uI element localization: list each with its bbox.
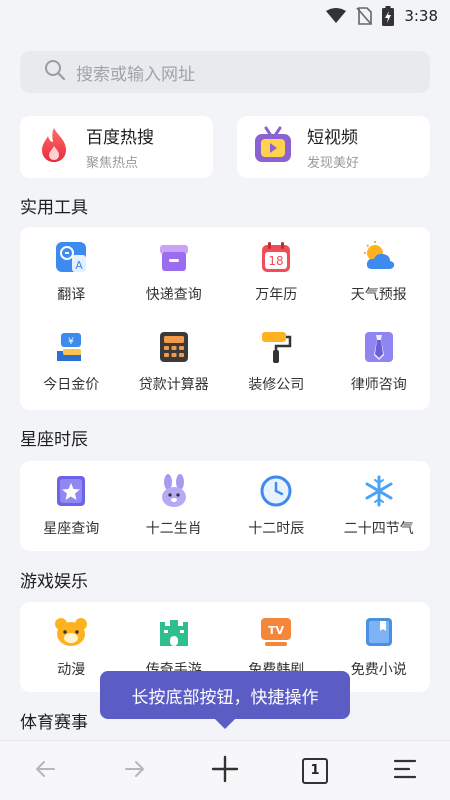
arrow-left-icon [33, 757, 57, 785]
game-label: 免费小说 [350, 662, 407, 678]
flame-icon [36, 126, 72, 168]
tool-gold-price[interactable]: ¥ 今日金价 [20, 317, 123, 407]
astro-label: 星座查询 [43, 521, 100, 537]
hot-search-card[interactable]: 百度热搜 聚焦热点 [20, 116, 213, 178]
package-icon [157, 240, 191, 274]
short-video-card[interactable]: 短视频 发现美好 [237, 116, 430, 178]
bear-icon [54, 615, 88, 649]
paint-roller-icon [259, 330, 293, 364]
astro-label: 十二时辰 [248, 521, 305, 537]
section-title-tools: 实用工具 [20, 198, 88, 218]
tv-badge: TV [268, 624, 285, 637]
astro-hours[interactable]: 十二时辰 [225, 461, 328, 551]
tool-label: 今日金价 [43, 377, 100, 393]
search-bar[interactable]: 搜索或输入网址 [20, 51, 430, 93]
tools-card: A 翻译 快递查询 18 万年历 天气预报 ¥ 今日金价 贷款计算器 装修公司 … [20, 227, 430, 410]
castle-icon [157, 615, 191, 649]
astro-solar-terms[interactable]: 二十四节气 [328, 461, 431, 551]
book-icon [362, 615, 396, 649]
calculator-icon [157, 330, 191, 364]
bottom-navigation: 1 [0, 740, 450, 800]
astro-zodiac[interactable]: 星座查询 [20, 461, 123, 551]
weather-icon [362, 240, 396, 274]
tool-label: 万年历 [255, 287, 298, 303]
section-title-sports: 体育赛事 [20, 713, 88, 733]
back-button[interactable] [25, 751, 65, 791]
tool-calendar[interactable]: 18 万年历 [225, 227, 328, 317]
tool-label: 快递查询 [145, 287, 202, 303]
hot-row: 百度热搜 聚焦热点 短视频 发现美好 [20, 116, 430, 178]
hot-search-subtitle: 聚焦热点 [86, 156, 139, 171]
section-title-astro: 星座时辰 [20, 430, 88, 450]
astro-card: 星座查询 十二生肖 十二时辰 二十四节气 [20, 461, 430, 551]
new-tab-button[interactable] [205, 751, 245, 791]
short-video-title: 短视频 [307, 128, 358, 148]
status-bar: 3:38 [0, 0, 450, 32]
translate-icon: A [54, 240, 88, 274]
astro-chinese-zodiac[interactable]: 十二生肖 [123, 461, 226, 551]
search-placeholder[interactable]: 搜索或输入网址 [76, 60, 195, 85]
search-icon [44, 59, 66, 86]
section-title-games: 游戏娱乐 [20, 572, 88, 592]
short-video-subtitle: 发现美好 [307, 156, 360, 171]
gold-icon: ¥ [54, 330, 88, 364]
tool-weather[interactable]: 天气预报 [328, 227, 431, 317]
menu-button[interactable] [385, 751, 425, 791]
tie-icon [362, 330, 396, 364]
tool-lawyer[interactable]: 律师咨询 [328, 317, 431, 407]
tool-label: 翻译 [57, 287, 86, 303]
tab-count: 1 [310, 763, 320, 778]
menu-icon [393, 758, 417, 784]
tool-label: 装修公司 [248, 377, 305, 393]
tool-label: 贷款计算器 [138, 377, 209, 393]
arrow-right-icon [123, 757, 147, 785]
clock-time: 3:38 [404, 7, 438, 25]
tv-icon: TV [259, 615, 293, 649]
tool-label: 律师咨询 [350, 377, 407, 393]
forward-button[interactable] [115, 751, 155, 791]
tool-translate[interactable]: A 翻译 [20, 227, 123, 317]
plus-icon [211, 755, 239, 787]
battery-charging-icon [382, 6, 395, 26]
tool-express[interactable]: 快递查询 [123, 227, 226, 317]
clock-icon [259, 474, 293, 508]
tabs-button[interactable]: 1 [295, 751, 335, 791]
hot-search-title: 百度热搜 [86, 128, 154, 148]
rabbit-icon [157, 474, 191, 508]
snowflake-icon [362, 474, 396, 508]
no-sim-icon [356, 7, 373, 25]
game-label: 动漫 [57, 662, 86, 678]
long-press-tooltip[interactable]: 长按底部按钮，快捷操作 [100, 671, 350, 729]
astro-label: 二十四节气 [343, 521, 414, 537]
svg-text:A: A [75, 259, 83, 272]
tool-loan-calculator[interactable]: 贷款计算器 [123, 317, 226, 407]
tool-decoration[interactable]: 装修公司 [225, 317, 328, 407]
tv-play-icon [253, 126, 293, 168]
tooltip-text: 长按底部按钮，快捷操作 [131, 687, 319, 708]
astro-label: 十二生肖 [145, 521, 202, 537]
calendar-icon: 18 [259, 240, 293, 274]
tabs-icon: 1 [302, 757, 328, 784]
tool-label: 天气预报 [350, 287, 407, 303]
wifi-icon [326, 8, 347, 24]
calendar-badge: 18 [269, 254, 284, 268]
star-card-icon [54, 474, 88, 508]
svg-text:¥: ¥ [68, 337, 74, 347]
